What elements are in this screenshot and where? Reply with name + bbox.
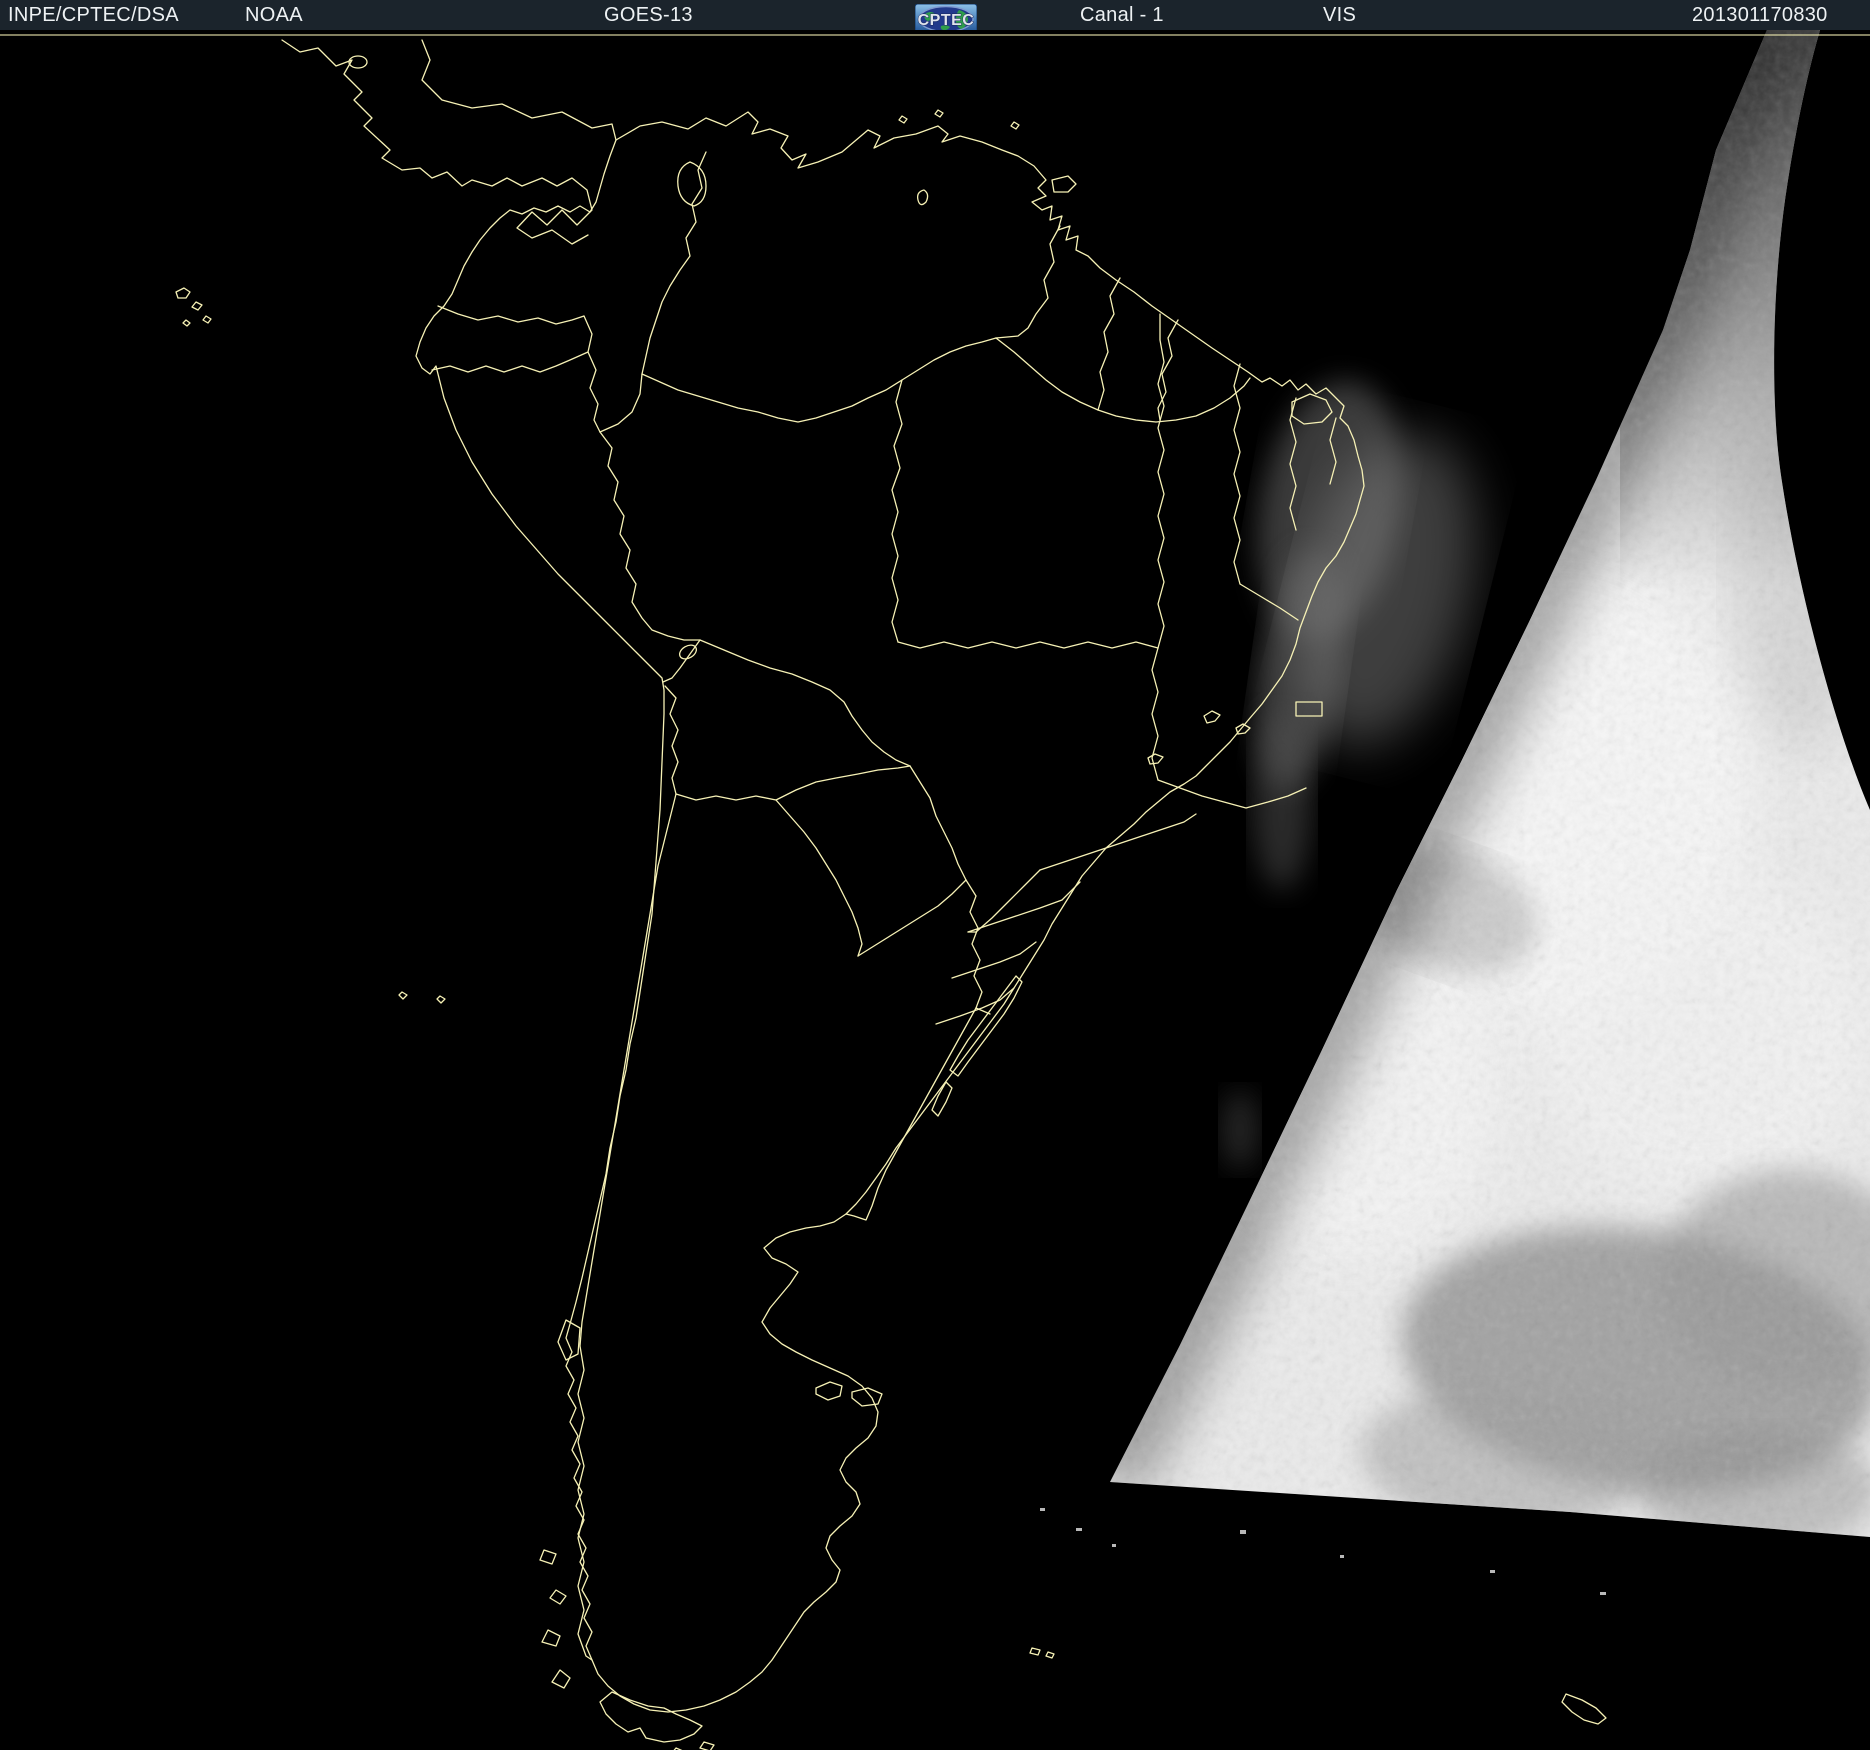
title-bar: INPE/CPTEC/DSA NOAA GOES-13 CPTEC Canal …	[0, 0, 1870, 34]
noaa-label: NOAA	[245, 4, 303, 26]
satellite-image-area	[0, 30, 1870, 1750]
agency-label: INPE/CPTEC/DSA	[8, 4, 179, 26]
timestamp-label: 201301170830	[1692, 4, 1828, 26]
satellite-label: GOES-13	[604, 4, 693, 26]
logo-text: CPTEC	[918, 12, 975, 29]
band-label: VIS	[1323, 4, 1357, 26]
channel-label: Canal - 1	[1080, 4, 1164, 26]
goes13-vis-image	[0, 30, 1870, 1750]
